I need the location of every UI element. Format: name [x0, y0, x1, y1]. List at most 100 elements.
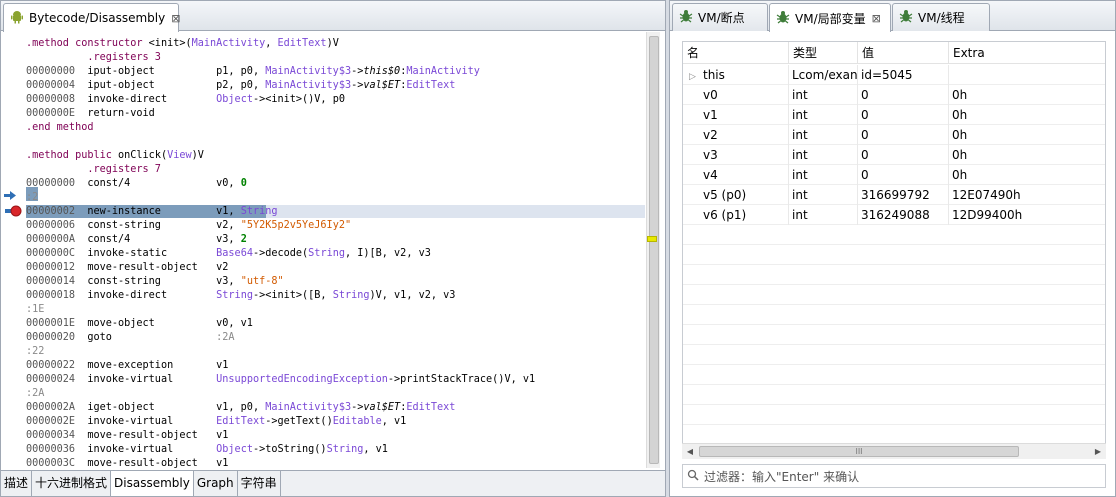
tab-bytecode-disassembly[interactable]: Bytecode/Disassembly ⊠ — [3, 3, 180, 32]
tab-description[interactable]: 描述 — [1, 471, 33, 496]
filter-input[interactable]: 过滤器：输入"Enter" 来确认 — [682, 464, 1106, 488]
table-horizontal-scrollbar[interactable]: ◀ III ▶ — [682, 443, 1106, 459]
close-icon[interactable]: ⊠ — [872, 12, 881, 25]
code-text: .registers 7 — [26, 163, 161, 177]
table-row[interactable]: v0 int 0 0h — [683, 85, 1105, 105]
scroll-right-icon[interactable]: ▶ — [1090, 444, 1106, 460]
code-token: ->toString() — [252, 444, 327, 455]
code-line[interactable]: 0000001E move-object v0, v1 — [1, 317, 645, 331]
code-line[interactable]: 00000022 move-exception v1 — [1, 359, 645, 373]
code-token: invoke-direct — [87, 290, 217, 301]
code-token: val$ET — [363, 402, 401, 413]
table-row[interactable]: v2 int 0 0h — [683, 125, 1105, 145]
code-token: MainActivity$3 — [265, 80, 352, 91]
tab-vm-breakpoints[interactable]: VM/断点 — [672, 3, 768, 31]
tab-disassembly[interactable]: Disassembly — [111, 471, 194, 496]
code-line[interactable]: :2A — [1, 387, 645, 401]
tab-hex[interactable]: 十六进制格式 — [32, 471, 112, 496]
code-line[interactable]: 00000024 invoke-virtual UnsupportedEncod… — [1, 373, 645, 387]
code-line[interactable]: 00000002 new-instance v1, String — [1, 205, 645, 219]
code-line[interactable]: 0000002A iget-object v1, p0, MainActivit… — [1, 401, 645, 415]
code-line[interactable]: :1E — [1, 303, 645, 317]
code-line[interactable]: 00000004 iput-object p2, p0, MainActivit… — [1, 79, 645, 93]
code-line[interactable]: 0000000A const/4 v3, 2 — [1, 233, 645, 247]
cell-type: int — [789, 145, 858, 165]
tab-label: Bytecode/Disassembly — [29, 11, 166, 25]
code-line[interactable]: 0000003C move-result-object v1 — [1, 457, 645, 468]
cell-name: v4 — [683, 165, 789, 185]
code-line[interactable]: 00000008 invoke-direct Object-><init>()V… — [1, 93, 645, 107]
code-token: 0000003C — [26, 458, 88, 468]
code-token: goto — [87, 332, 217, 343]
code-token: Object — [216, 94, 253, 105]
code-token: , v1 — [363, 444, 388, 455]
code-line[interactable]: 00000036 invoke-virtual Object->toString… — [1, 443, 645, 457]
code-token: .registers 3 — [87, 52, 161, 63]
tab-strings[interactable]: 字符串 — [237, 471, 281, 496]
code-text: .method public onClick(View)V — [26, 149, 204, 163]
cell-extra: 0h — [952, 148, 968, 162]
code-text: 0000000A const/4 v3, 2 — [26, 233, 247, 247]
code-line[interactable]: 0000000E return-void — [1, 107, 645, 121]
table-row[interactable]: v1 int 0 0h — [683, 105, 1105, 125]
code-token: 00000024 — [26, 374, 88, 385]
code-line[interactable]: :22 — [1, 345, 645, 359]
code-token: .method public — [26, 150, 119, 161]
variable-name: v0 — [703, 88, 718, 102]
tab-vm-locals[interactable]: VM/局部变量 ⊠ — [769, 3, 891, 32]
cell-name: v2 — [683, 125, 789, 145]
table-row[interactable]: v3 int 0 0h — [683, 145, 1105, 165]
scroll-thumb[interactable] — [649, 36, 659, 464]
table-row[interactable]: v6 (p1) int 316249088 12D99400h — [683, 205, 1105, 225]
vm-tab-bar: VM/断点 VM/局部变量 ⊠ VM/线程 — [670, 1, 1115, 32]
code-token: MainActivity$3 — [265, 402, 352, 413]
code-line[interactable]: 00000020 goto :2A — [1, 331, 645, 345]
code-line[interactable]: .method constructor <init>(MainActivity,… — [1, 37, 645, 51]
code-line[interactable]: 00000000 iput-object p1, p0, MainActivit… — [1, 65, 645, 79]
code-line[interactable]: 00000012 move-result-object v2 — [1, 261, 645, 275]
code-line[interactable]: 00000006 const-string v2, "5Y2K5p2v5YeJ6… — [1, 219, 645, 233]
code-token: .registers 7 — [87, 164, 161, 175]
code-line[interactable]: 0000000C invoke-static Base64->decode(St… — [1, 247, 645, 261]
code-line[interactable]: .registers 3 — [1, 51, 645, 65]
code-token: 00000002 — [26, 206, 88, 217]
code-line[interactable]: 00000018 invoke-direct String-><init>([B… — [1, 289, 645, 303]
locals-table[interactable]: 名 类型 值 Extra ▷ this Lcom/exan id=5045 v0 int 0… — [682, 41, 1106, 446]
code-token: -><init>([B, — [252, 290, 333, 301]
column-header-type[interactable]: 类型 — [789, 42, 858, 64]
code-token: , — [265, 38, 278, 49]
tab-label: VM/线程 — [918, 11, 965, 25]
expand-icon[interactable]: ▷ — [689, 67, 703, 85]
tab-graph[interactable]: Graph — [193, 471, 238, 496]
column-header-extra[interactable]: Extra — [949, 42, 1105, 64]
overview-ruler-mark[interactable] — [647, 236, 657, 242]
table-row[interactable]: ▷ this Lcom/exan id=5045 — [683, 65, 1105, 85]
code-token: :2A — [26, 388, 45, 399]
code-line[interactable]: .method public onClick(View)V — [1, 149, 645, 163]
code-token: iget-object v1, p0, — [87, 402, 266, 413]
column-header-name[interactable]: 名 — [683, 42, 789, 64]
empty-row — [683, 345, 1105, 365]
scroll-thumb[interactable]: III — [699, 446, 1019, 457]
code-line[interactable]: .end method — [1, 121, 645, 135]
code-line[interactable]: .registers 7 — [1, 163, 645, 177]
close-icon[interactable]: ⊠ — [171, 12, 180, 25]
table-row[interactable]: v5 (p0) int 316699792 12E07490h — [683, 185, 1105, 205]
code-line[interactable]: :2 — [1, 191, 645, 205]
code-token: onClick( — [118, 150, 168, 161]
code-line[interactable]: 00000034 move-result-object v1 — [1, 429, 645, 443]
code-token: 00000004 — [26, 80, 88, 91]
scroll-left-icon[interactable]: ◀ — [682, 444, 698, 460]
breakpoint-icon[interactable] — [5, 205, 23, 220]
table-row[interactable]: v4 int 0 0h — [683, 165, 1105, 185]
column-header-value[interactable]: 值 — [858, 42, 949, 64]
code-line[interactable]: 00000014 const-string v3, "utf-8" — [1, 275, 645, 289]
code-line[interactable]: 0000002E invoke-virtual EditText->getTex… — [1, 415, 645, 429]
disassembly-editor[interactable]: .method constructor <init>(MainActivity,… — [1, 32, 645, 468]
tab-vm-threads[interactable]: VM/线程 — [892, 3, 990, 31]
code-token: MainActivity — [406, 66, 480, 77]
code-line[interactable] — [1, 135, 645, 149]
code-line[interactable]: 00000000 const/4 v0, 0 — [1, 177, 645, 191]
editor-vertical-scrollbar[interactable] — [646, 32, 660, 468]
code-token: move-exception v1 — [87, 360, 229, 371]
